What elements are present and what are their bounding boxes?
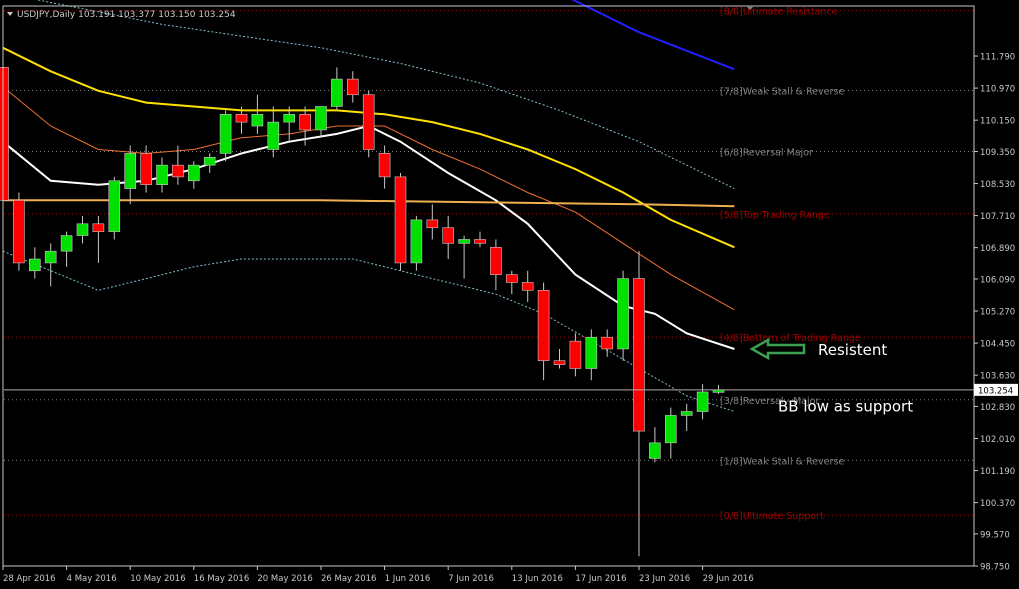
murrey-level-label: [7/8]Weak Stall & Reverse — [720, 86, 844, 97]
murrey-level-label: [0/8]Ultimate Support — [720, 511, 824, 522]
annotation-resistent: Resistent — [818, 341, 887, 359]
current-price-label: 103.254 — [978, 386, 1013, 396]
candle-body — [124, 153, 136, 189]
y-tick-label: 108.530 — [980, 180, 1015, 190]
candle-body — [219, 114, 232, 154]
candle-body — [108, 180, 121, 232]
candle-body — [76, 223, 89, 236]
murrey-level-label: [6/8]Reversal Major — [720, 147, 813, 158]
candle-body — [44, 250, 57, 264]
chart-header: USDJPY,Daily 103.191 103.377 103.150 103… — [7, 10, 236, 20]
candle-body — [633, 278, 645, 432]
y-tick-label: 109.350 — [980, 148, 1015, 158]
candle-body — [490, 246, 502, 275]
annotation-bb-low-support: BB low as support — [778, 397, 913, 415]
murrey-level-label: [8/8]Ultimate Resistance — [720, 7, 838, 18]
candle-body — [140, 153, 152, 185]
candle-body — [664, 415, 677, 444]
candle-body — [505, 274, 518, 283]
x-tick-label: 1 Jun 2016 — [385, 574, 431, 584]
murrey-level-label: [1/8]Weak Stall & Reverse — [720, 456, 844, 467]
candle-body — [251, 114, 264, 127]
y-tick-label: 101.190 — [980, 467, 1015, 477]
candle-body — [617, 278, 629, 350]
candle-body — [299, 114, 311, 131]
candle-body — [394, 176, 407, 264]
y-tick-label: 106.890 — [980, 244, 1015, 254]
candle-body — [362, 94, 375, 150]
y-tick-label: 104.450 — [980, 340, 1015, 350]
y-tick-label: 100.370 — [980, 499, 1015, 509]
candle-body — [283, 114, 296, 123]
candle-body — [315, 106, 327, 131]
y-tick-label: 102.010 — [980, 435, 1015, 445]
candle-body — [92, 223, 105, 232]
y-tick-label: 106.090 — [980, 275, 1015, 285]
candle-body — [188, 164, 200, 182]
candle-body — [172, 164, 184, 178]
y-tick-label: 102.830 — [980, 403, 1015, 413]
x-tick-label: 7 Jun 2016 — [448, 574, 494, 584]
candle-body — [696, 391, 709, 412]
x-tick-label: 10 May 2016 — [130, 574, 185, 584]
candle-body — [553, 360, 566, 365]
candle-body — [410, 219, 423, 264]
candle-body — [537, 289, 550, 361]
y-tick-label: 110.970 — [980, 85, 1015, 95]
candle-body — [0, 67, 9, 201]
candle-body — [601, 336, 614, 350]
x-tick-label: 20 May 2016 — [257, 574, 312, 584]
candle-body — [28, 258, 41, 272]
y-tick-label: 105.270 — [980, 308, 1015, 318]
x-tick-label: 29 Jun 2016 — [703, 574, 754, 584]
x-tick-label: 4 May 2016 — [67, 574, 117, 584]
usdjpy-daily-chart: [8/8]Ultimate Resistance [7/8]Weak Stall … — [0, 0, 1019, 589]
candle-body — [426, 219, 439, 229]
y-tick-label: 110.150 — [980, 117, 1015, 127]
candle-body — [680, 411, 693, 416]
candle-body — [235, 114, 248, 123]
chart-background — [0, 0, 1019, 589]
y-tick-label: 99.570 — [980, 530, 1010, 540]
candle-body — [378, 153, 391, 178]
x-tick-label: 23 Jun 2016 — [639, 574, 690, 584]
candle-body — [346, 78, 359, 96]
y-tick-label: 98.750 — [980, 563, 1010, 573]
x-tick-label: 28 Apr 2016 — [3, 574, 56, 584]
candle-body — [203, 157, 216, 166]
candle-body — [442, 227, 455, 244]
x-tick-label: 17 Jun 2016 — [575, 574, 626, 584]
candle-body — [458, 239, 470, 244]
candle-body — [331, 78, 343, 107]
candle-body — [569, 340, 582, 369]
candle-body — [649, 442, 661, 459]
candle-body — [267, 121, 280, 150]
candle-body — [13, 200, 25, 264]
y-tick-label: 103.630 — [980, 372, 1015, 382]
x-tick-label: 13 Jun 2016 — [512, 574, 563, 584]
candle-body — [521, 282, 534, 291]
y-tick-label: 107.710 — [980, 212, 1015, 222]
candle-body — [156, 164, 168, 185]
symbol-info-line: USDJPY,Daily 103.191 103.377 103.150 103… — [17, 10, 236, 20]
y-tick-label: 111.790 — [980, 53, 1015, 63]
candle-body — [585, 336, 598, 369]
candle-body — [60, 235, 73, 252]
murrey-level-label: [5/8]Top Trading Range — [720, 210, 830, 221]
x-tick-label: 16 May 2016 — [194, 574, 249, 584]
x-tick-label: 26 May 2016 — [321, 574, 376, 584]
candle-body — [474, 239, 486, 244]
